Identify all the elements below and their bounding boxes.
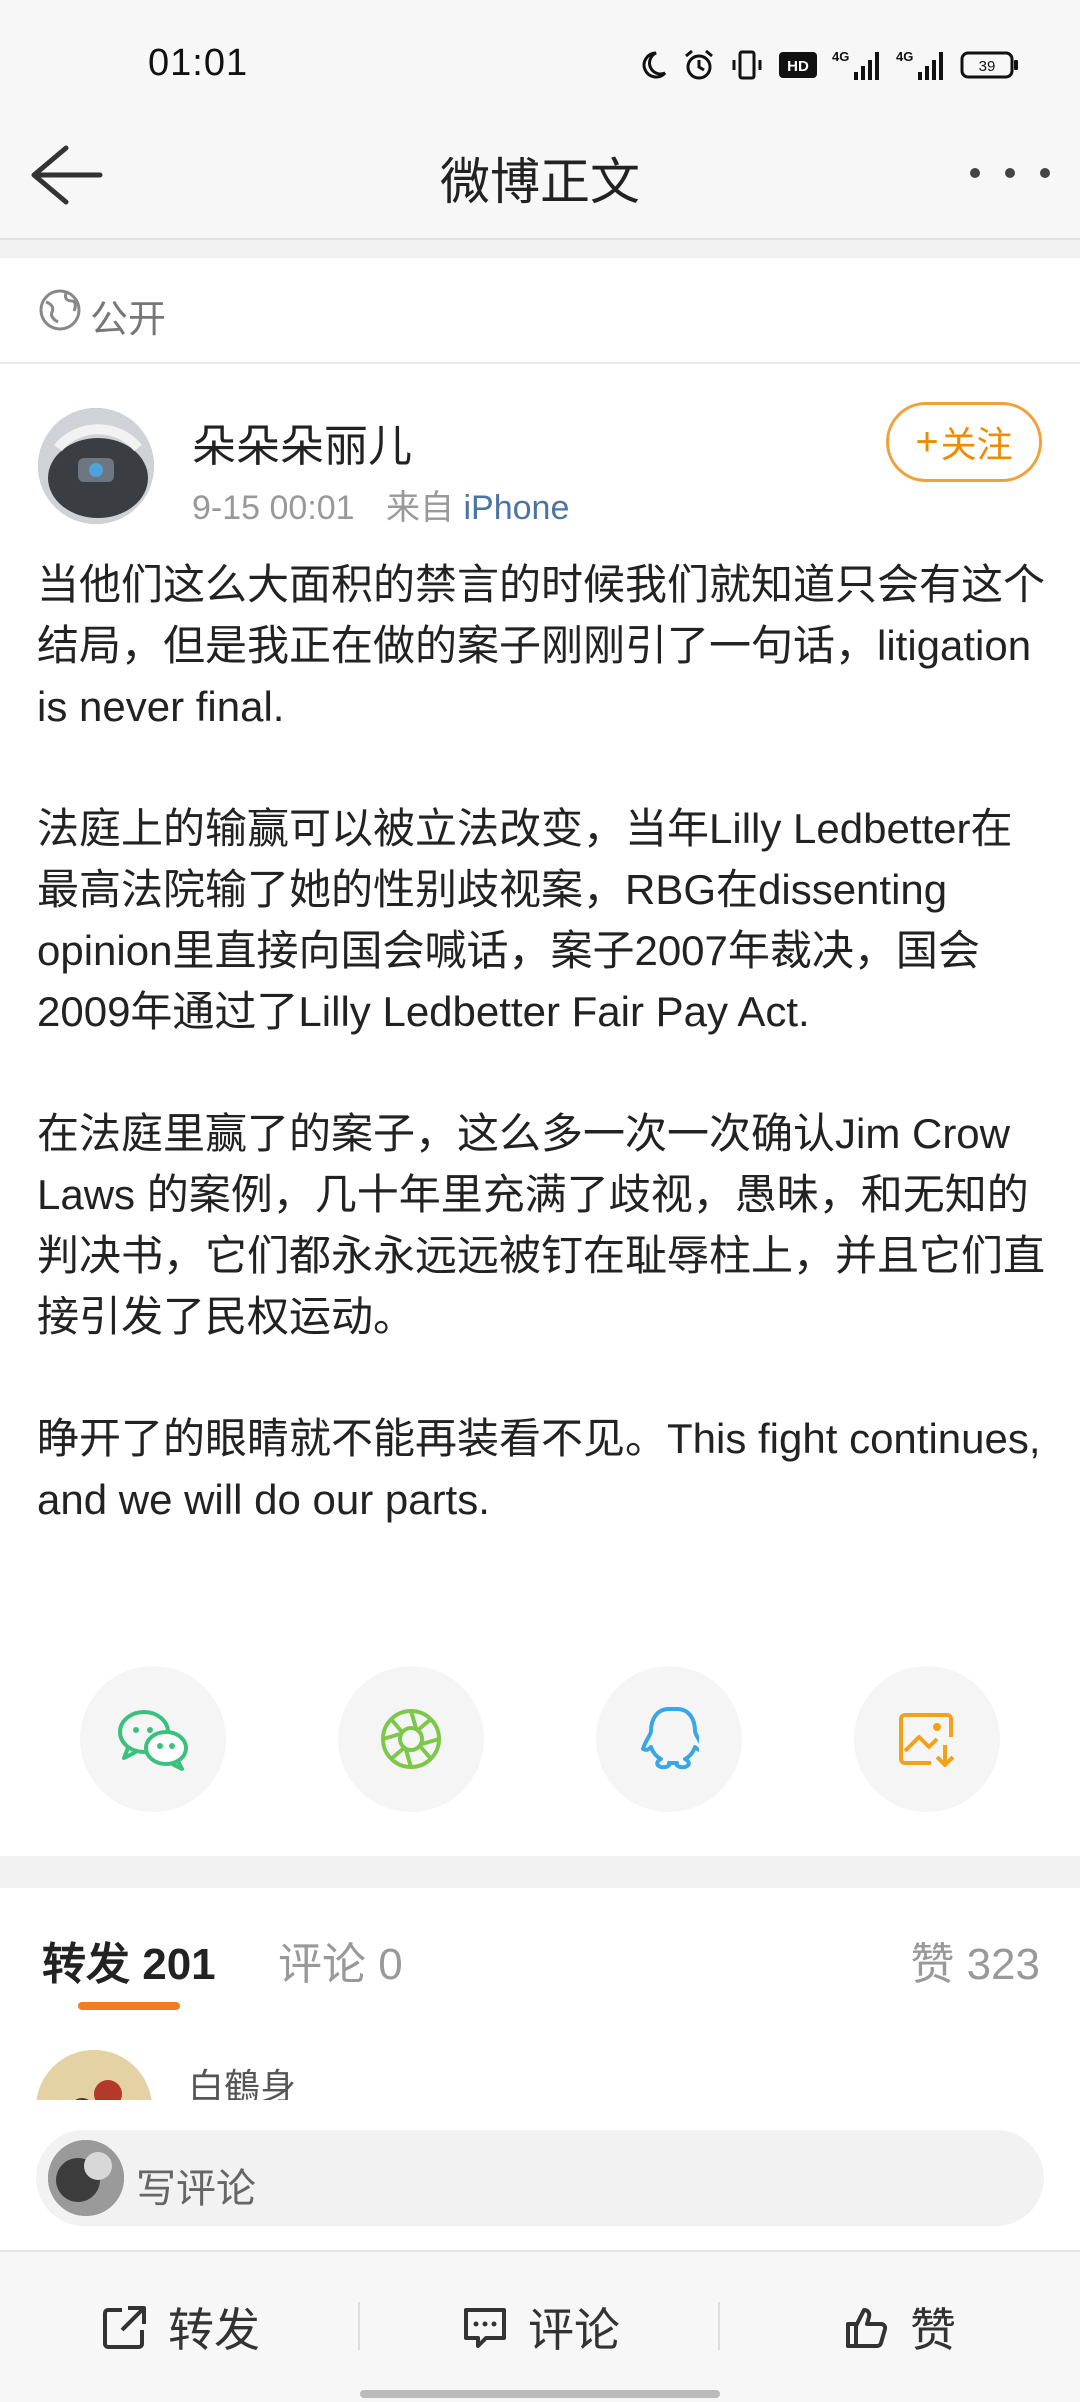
svg-text:4G: 4G (896, 49, 913, 64)
qq-icon (641, 1707, 699, 1770)
active-tab-indicator (78, 2002, 180, 2010)
svg-text:39: 39 (979, 58, 996, 75)
battery-icon: 39 (960, 51, 1018, 79)
bottom-action-bar: 转发 评论 赞 (0, 2250, 1080, 2402)
tab-like[interactable]: 赞 323 (910, 1928, 1040, 1992)
repost-button[interactable]: 转发 (100, 2292, 260, 2362)
comment-input[interactable]: 写评论 (36, 2130, 1044, 2226)
follow-label: 关注 (940, 424, 1013, 465)
author-name[interactable]: 朵朵朵丽儿 (192, 410, 412, 474)
comment-label: 评论 (528, 2304, 620, 2356)
post-paragraph: 法庭上的输赢可以被立法改变，当年Lilly Ledbetter在最高法院输了她的… (37, 805, 1013, 1035)
post-paragraph: 在法庭里赢了的案子，这么多一次一次确认Jim Crow Laws 的案例，几十年… (37, 1110, 1046, 1340)
interaction-tabs: 转发 201 评论 0 赞 323 (0, 1888, 1080, 2022)
comment-bar: 写评论 (0, 2100, 1080, 2250)
status-time: 01:01 (148, 42, 249, 84)
post-meta: 9-15 00:01 来自 iPhone (192, 480, 569, 529)
page-title: 微博正文 (440, 154, 640, 210)
tab-repost[interactable]: 转发 201 (42, 1928, 216, 1992)
avatar-image (48, 2140, 124, 2216)
comment-button[interactable]: 评论 (460, 2292, 620, 2362)
plus-icon: + (915, 419, 939, 464)
avatar-image (38, 408, 154, 524)
divider (718, 2302, 720, 2350)
dot-icon (1040, 168, 1050, 178)
post-card: 朵朵朵丽儿 9-15 00:01 来自 iPhone + 关注 当他们这么大面积… (0, 364, 1080, 1856)
svg-text:HD: HD (787, 58, 809, 75)
hd-icon: HD (779, 52, 817, 78)
share-icon (103, 2306, 146, 2349)
save-image-icon (899, 1713, 955, 1767)
nav-bar: 微博正文 (0, 110, 1080, 240)
vibrate-icon (732, 50, 762, 80)
divider (358, 2302, 360, 2350)
tab-comment[interactable]: 评论 0 (278, 1928, 403, 1992)
alarm-icon (685, 49, 713, 80)
like-label: 赞 (910, 2304, 956, 2356)
home-indicator[interactable] (360, 2390, 720, 2398)
post-paragraph: 睁开了的眼睛就不能再装看不见。This fight continues, and… (37, 1415, 1041, 1523)
post-date: 9-15 00:01 (192, 489, 355, 527)
share-moments-button[interactable] (338, 1666, 484, 1812)
visibility-row: 公开 (0, 258, 1080, 364)
post-source[interactable]: iPhone (464, 489, 570, 527)
signal-4g-icon-2: 4G (896, 49, 943, 80)
globe-icon (39, 289, 81, 331)
avatar (48, 2140, 124, 2216)
save-image-button[interactable] (854, 1666, 1000, 1812)
visibility-label: 公开 (90, 299, 167, 341)
wechat-icon (118, 1710, 188, 1771)
signal-4g-icon: 4G (832, 49, 879, 80)
like-button[interactable]: 赞 (842, 2292, 956, 2362)
post-paragraph: 当他们这么大面积的禁言的时候我们就知道只会有这个结局，但是我正在做的案子刚刚引了… (37, 561, 1046, 730)
post-body: 当他们这么大面积的禁言的时候我们就知道只会有这个结局，但是我正在做的案子刚刚引了… (37, 554, 1047, 1591)
share-wechat-button[interactable] (80, 1666, 226, 1812)
author-avatar[interactable] (38, 408, 154, 524)
more-options-button[interactable] (970, 158, 1050, 188)
dot-icon (970, 168, 980, 178)
share-row (80, 1666, 1000, 1812)
comment-icon (464, 2308, 506, 2348)
moments-icon (381, 1709, 441, 1769)
source-prefix: 来自 (386, 489, 455, 527)
repost-label: 转发 (168, 2304, 260, 2356)
comment-placeholder: 写评论 (136, 2167, 256, 2211)
do-not-disturb-icon (642, 51, 667, 79)
share-qq-button[interactable] (596, 1666, 742, 1812)
follow-button[interactable]: + 关注 (886, 402, 1042, 482)
status-icons: HD 4G 4G 39 (638, 48, 1020, 82)
dot-icon (1005, 168, 1015, 178)
thumbs-up-icon (846, 2308, 888, 2348)
svg-text:4G: 4G (832, 49, 849, 64)
